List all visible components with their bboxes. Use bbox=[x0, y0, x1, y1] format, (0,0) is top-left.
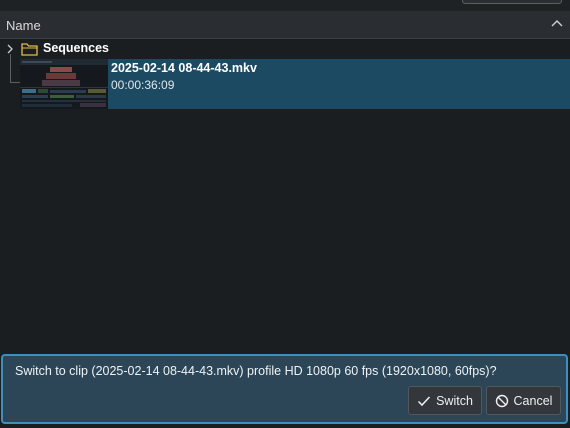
clip-thumbnail bbox=[20, 59, 108, 109]
clip-duration: 00:00:36:09 bbox=[111, 78, 175, 92]
checkmark-icon bbox=[418, 395, 431, 406]
switch-button[interactable]: Switch bbox=[408, 386, 482, 415]
cancel-circle-icon bbox=[495, 394, 508, 407]
profile-switch-message: Switch to clip (2025-02-14 08-44-43.mkv)… bbox=[1, 354, 568, 424]
folder-row-sequences[interactable]: Sequences bbox=[0, 40, 570, 58]
folder-icon bbox=[21, 43, 38, 56]
folder-label: Sequences bbox=[43, 41, 110, 55]
cancel-button[interactable]: Cancel bbox=[486, 386, 561, 415]
clip-row[interactable]: 2025-02-14 08-44-43.mkv 00:00:36:09 bbox=[0, 59, 570, 109]
switch-button-label: Switch bbox=[436, 393, 473, 408]
chevron-up-icon[interactable] bbox=[550, 17, 564, 31]
project-tree: Sequences 2025-02-14 08-44-43.mkv 00:00:… bbox=[0, 40, 570, 350]
cancel-button-label: Cancel bbox=[513, 393, 553, 408]
toolbar-button[interactable] bbox=[462, 0, 562, 4]
bin-panel: Name Sequences 2025-02-14 08-44-43.mkv 0… bbox=[0, 0, 570, 428]
column-header[interactable]: Name bbox=[0, 12, 570, 39]
clip-name: 2025-02-14 08-44-43.mkv bbox=[111, 61, 257, 75]
top-toolbar bbox=[0, 0, 570, 12]
dialog-message: Switch to clip (2025-02-14 08-44-43.mkv)… bbox=[15, 364, 497, 378]
name-column-label: Name bbox=[6, 17, 41, 33]
